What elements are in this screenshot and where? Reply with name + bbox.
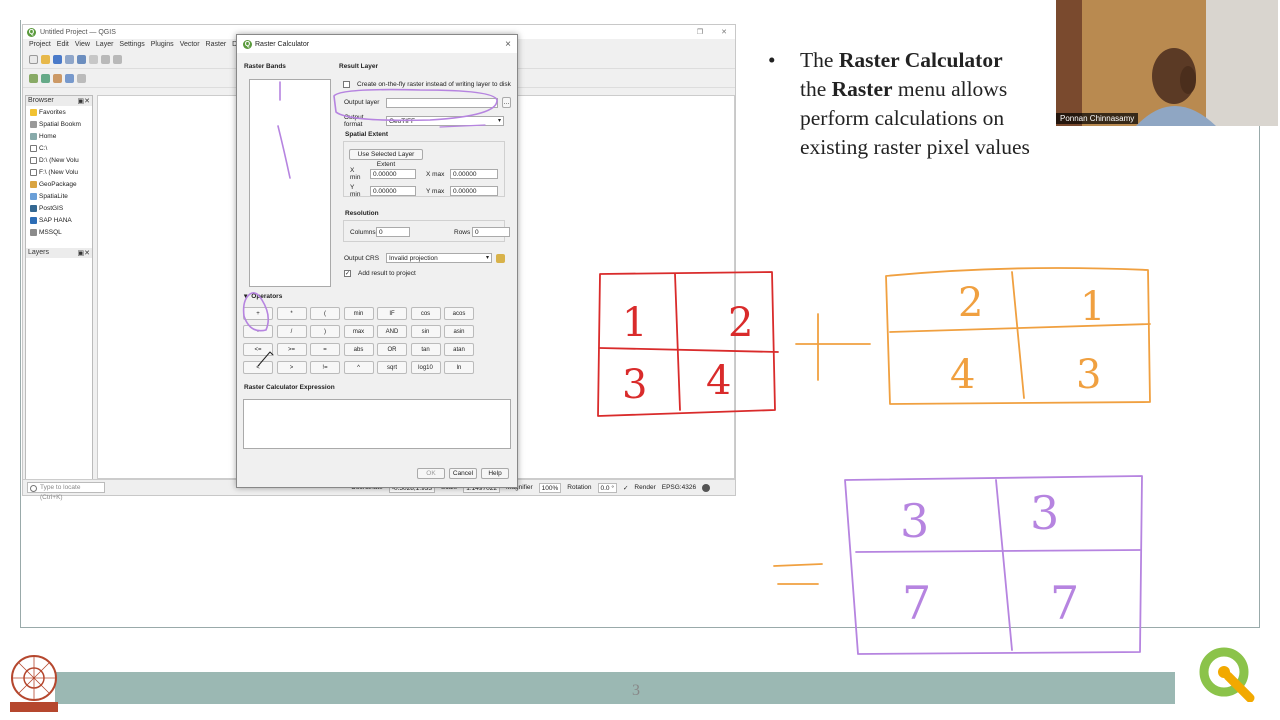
plus-operator-circle bbox=[242, 292, 270, 332]
pen-cursor-icon bbox=[257, 351, 274, 367]
grid-b-lines bbox=[885, 267, 1151, 405]
grid-b-cell: 4 bbox=[950, 352, 976, 398]
grid-c-cell: 7 bbox=[902, 576, 932, 630]
output-layer-underline bbox=[439, 124, 486, 128]
nptel-logo-icon bbox=[10, 655, 58, 712]
output-layer-circle bbox=[333, 88, 498, 122]
qgis-brand-logo-icon bbox=[1199, 647, 1255, 702]
grid-a-cell: 4 bbox=[706, 358, 732, 404]
grid-c-cell: 7 bbox=[1050, 576, 1080, 630]
band-scribble bbox=[277, 81, 291, 179]
grid-b-cell: 2 bbox=[958, 280, 984, 326]
plus-sign-lines bbox=[795, 313, 871, 381]
page-number: 3 bbox=[632, 682, 640, 699]
grid-a-cell: 1 bbox=[622, 300, 648, 346]
grid-a-cell: 3 bbox=[622, 362, 648, 408]
grid-a-cell: 2 bbox=[728, 300, 754, 346]
equals-sign-lines bbox=[773, 563, 823, 585]
grid-b-cell: 1 bbox=[1080, 284, 1106, 330]
slide-footer-bar bbox=[55, 672, 1175, 704]
grid-c-cell: 3 bbox=[900, 494, 930, 548]
grid-b-cell: 3 bbox=[1076, 352, 1102, 398]
grid-c-cell: 3 bbox=[1030, 486, 1060, 540]
grid-c-lines bbox=[844, 475, 1143, 655]
